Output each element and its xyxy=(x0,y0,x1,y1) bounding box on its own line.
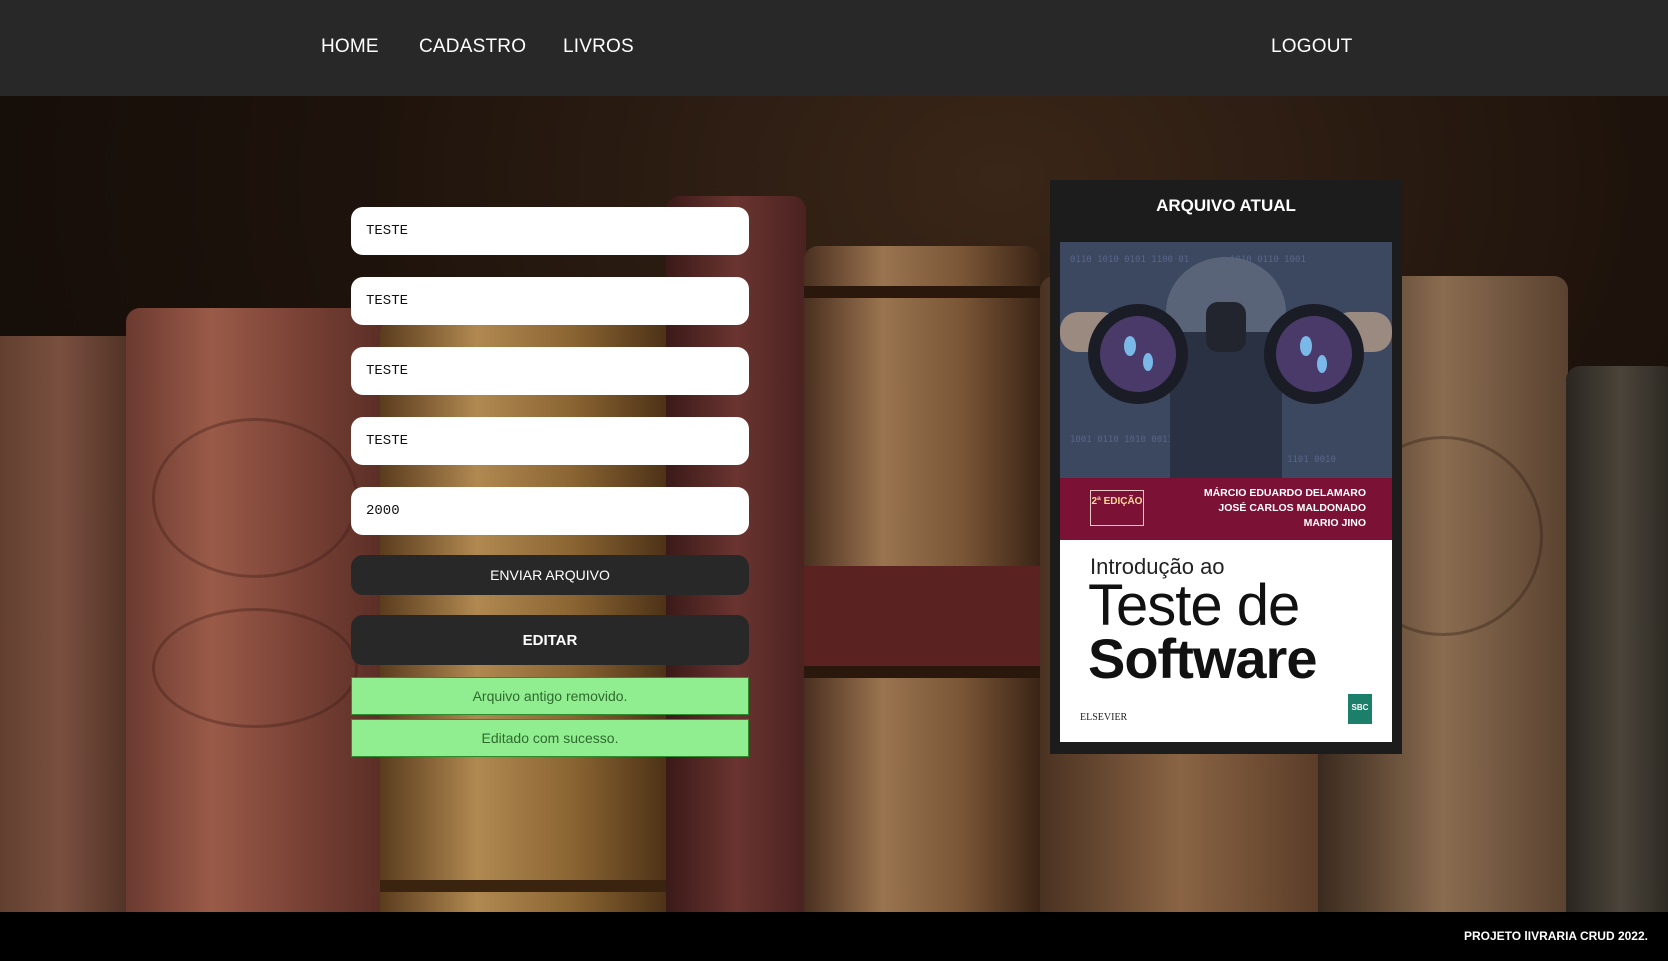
background-book xyxy=(804,246,1040,912)
nav-link-cadastro[interactable]: CADASTRO xyxy=(419,36,526,58)
current-file-panel: ARQUIVO ATUAL 0110 1010 0101 1100 01 101… xyxy=(1050,180,1402,754)
book-year-input[interactable] xyxy=(351,487,749,535)
background-book xyxy=(1566,366,1668,912)
publisher-logo: ELSEVIER xyxy=(1080,712,1128,723)
nav-link-home[interactable]: HOME xyxy=(321,36,379,58)
bookshelf-background xyxy=(0,96,1668,912)
page-footer: PROJETO lIVRARIA CRUD 2022. xyxy=(0,912,1668,961)
cover-author: MARIO JINO xyxy=(1303,517,1366,529)
nav-link-livros[interactable]: LIVROS xyxy=(563,36,634,58)
svg-text:1001 0110 1010 0011: 1001 0110 1010 0011 xyxy=(1070,435,1173,445)
current-file-title: ARQUIVO ATUAL xyxy=(1156,196,1296,215)
edition-badge: 2ª EDIÇÃO xyxy=(1090,490,1144,526)
footer-text: PROJETO lIVRARIA CRUD 2022. xyxy=(1463,929,1648,943)
book-field-4-input[interactable] xyxy=(351,417,749,465)
book-field-1-input[interactable] xyxy=(351,207,749,255)
upload-file-button[interactable]: ENVIAR ARQUIVO xyxy=(351,555,749,595)
book-field-3-input[interactable] xyxy=(351,347,749,395)
cover-authors: MÁRCIO EDUARDO DELAMARO JOSÉ CARLOS MALD… xyxy=(1204,486,1366,531)
edit-success-message: Editado com sucesso. xyxy=(351,719,749,757)
edit-book-form: ENVIAR ARQUIVO EDITAR Arquivo antigo rem… xyxy=(351,207,749,757)
series-logo: SBC xyxy=(1348,694,1372,724)
svg-text:0110 1010 0101 1100 01: 0110 1010 0101 1100 01 xyxy=(1070,255,1189,265)
binoculars-illustration: 0110 1010 0101 1100 01 1010 0110 1001 10… xyxy=(1060,242,1392,478)
book-cover-image: 0110 1010 0101 1100 01 1010 0110 1001 10… xyxy=(1060,242,1392,742)
book-field-2-input[interactable] xyxy=(351,277,749,325)
cover-title-line3: Software xyxy=(1088,627,1317,690)
old-file-removed-message: Arquivo antigo removido. xyxy=(351,677,749,715)
nav-link-logout[interactable]: LOGOUT xyxy=(1271,36,1352,58)
cover-photo: 0110 1010 0101 1100 01 1010 0110 1001 10… xyxy=(1060,242,1392,478)
cover-author: MÁRCIO EDUARDO DELAMARO xyxy=(1203,487,1366,499)
cover-author-band: 2ª EDIÇÃO MÁRCIO EDUARDO DELAMARO JOSÉ C… xyxy=(1060,478,1392,540)
background-book xyxy=(126,308,384,912)
edit-button[interactable]: EDITAR xyxy=(351,615,749,665)
top-navbar: HOME CADASTRO LIVROS LOGOUT xyxy=(0,0,1668,96)
background-book xyxy=(0,336,140,912)
cover-author: JOSÉ CARLOS MALDONADO xyxy=(1218,502,1366,514)
